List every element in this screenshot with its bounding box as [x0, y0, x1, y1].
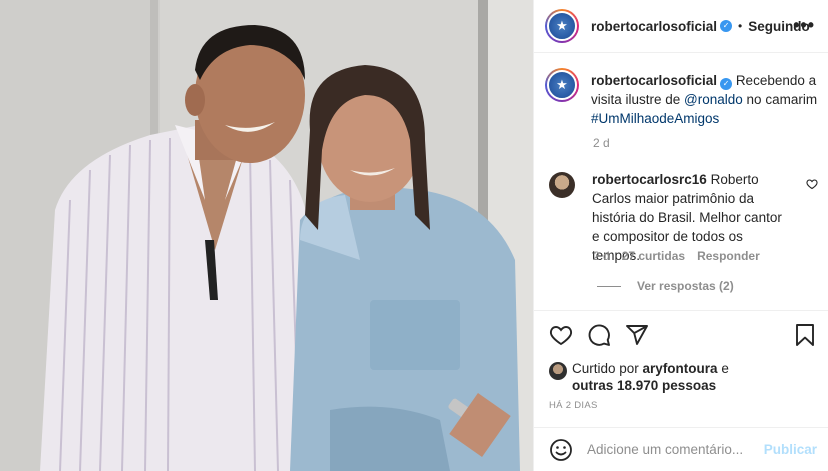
- mention-link[interactable]: @ronaldo: [684, 92, 743, 107]
- comment-meta: 2 d 27 curtidas Responder: [593, 249, 772, 263]
- comment-input[interactable]: [587, 442, 767, 457]
- heart-icon[interactable]: [549, 323, 573, 347]
- verified-badge-icon: ✓: [720, 20, 733, 32]
- save-icon[interactable]: [793, 323, 817, 347]
- emoji-icon[interactable]: [549, 438, 573, 462]
- photo-illustration: [0, 0, 533, 471]
- commenter-username[interactable]: robertocarlosrc16: [592, 172, 707, 187]
- likes-prefix: Curtido por: [572, 361, 643, 376]
- more-options-icon[interactable]: •••: [793, 16, 815, 34]
- post-header: ★ robertocarlosoficial ✓ • Seguindo •••: [534, 0, 828, 53]
- verified-badge-icon: ✓: [720, 78, 733, 90]
- likes-others[interactable]: outras 18.970 pessoas: [572, 378, 716, 393]
- author-avatar-image: ★: [547, 11, 577, 41]
- share-icon[interactable]: [625, 323, 649, 347]
- separator: •: [738, 19, 743, 33]
- post-sidebar: ★ robertocarlosoficial ✓ • Seguindo ••• …: [533, 0, 828, 471]
- caption-avatar-image: ★: [547, 70, 577, 100]
- likes-summary: Curtido por aryfontoura e outras 18.970 …: [549, 360, 729, 394]
- view-replies[interactable]: Ver respostas (2): [593, 279, 734, 293]
- commenter-avatar[interactable]: [549, 172, 575, 198]
- caption-avatar[interactable]: ★: [545, 68, 579, 102]
- comment-icon[interactable]: [587, 323, 611, 347]
- caption-text: robertocarlosoficial ✓ Recebendo a visita…: [591, 68, 819, 128]
- caption-age[interactable]: 2 d: [593, 136, 610, 150]
- likes-text: Curtido por aryfontoura e outras 18.970 …: [572, 360, 729, 394]
- post-timestamp[interactable]: HÁ 2 DIAS: [549, 400, 598, 411]
- caption-username[interactable]: robertocarlosoficial: [591, 73, 717, 88]
- add-comment-bar: Publicar: [534, 427, 828, 471]
- comment-like-heart-icon[interactable]: [806, 178, 818, 190]
- replies-divider: [597, 285, 621, 287]
- author-avatar[interactable]: ★: [545, 9, 579, 43]
- caption-body-2: no camarim: [742, 92, 818, 107]
- likes-middle: e: [717, 361, 729, 376]
- reply-button[interactable]: Responder: [697, 249, 760, 263]
- liker-avatar[interactable]: [549, 362, 567, 380]
- author-info: robertocarlosoficial ✓ • Seguindo: [591, 19, 810, 34]
- hashtag-link[interactable]: #UmMilhaodeAmigos: [591, 111, 719, 126]
- post-photo[interactable]: [0, 0, 533, 471]
- publish-button[interactable]: Publicar: [764, 442, 817, 457]
- view-replies-label: Ver respostas (2): [637, 279, 734, 293]
- author-username[interactable]: robertocarlosoficial: [591, 19, 717, 34]
- action-icons: [549, 323, 649, 347]
- post-caption: ★ robertocarlosoficial ✓ Recebendo a visi…: [545, 68, 819, 128]
- comment-age[interactable]: 2 d: [593, 249, 610, 263]
- liker-username[interactable]: aryfontoura: [643, 361, 718, 376]
- comment-likes[interactable]: 27 curtidas: [622, 249, 685, 263]
- instagram-post: ★ robertocarlosoficial ✓ • Seguindo ••• …: [0, 0, 828, 471]
